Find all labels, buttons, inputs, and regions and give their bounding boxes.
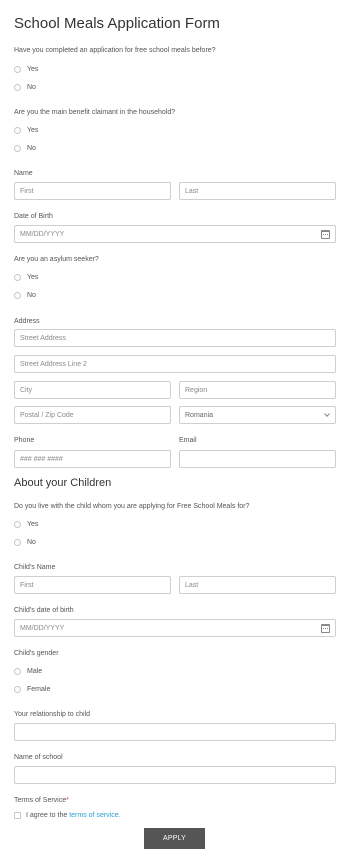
asylum-yes[interactable]: Yes [14,272,38,282]
dob-label: Date of Birth [14,213,53,220]
email-label: Email [179,437,197,444]
child-dob-input[interactable]: MM/DD/YYYY [14,619,336,637]
asylum-label: Are you an asylum seeker? [14,256,99,263]
radio-label: Yes [27,65,39,73]
relationship-input[interactable] [14,723,336,741]
phone-label: Phone [14,437,35,444]
radio-label: Yes [27,126,39,134]
radio-circle[interactable] [14,83,21,91]
terms-agree-row[interactable]: I agree to the terms of service. [14,810,121,820]
child-dob-label: Child's date of birth [14,607,74,614]
radio-circle[interactable] [14,538,21,546]
live-with-child-yes[interactable]: Yes [14,519,38,529]
radio-label: Male [27,667,43,675]
placeholder: Last [185,187,199,195]
school-label: Name of school [14,754,63,761]
placeholder: ### ### #### [20,455,63,463]
email-input[interactable] [179,450,336,468]
benefit-claimant-no[interactable]: No [14,143,36,153]
relationship-label: Your relationship to child [14,711,91,718]
terms-checkbox[interactable] [14,811,21,819]
form-title: School Meals Application Form [14,15,220,32]
prev-application-label: Have you completed an application for fr… [14,47,216,54]
placeholder: MM/DD/YYYY [20,624,65,632]
selected-value: Romania [185,411,214,419]
placeholder: Street Address Line 2 [20,360,87,368]
placeholder: First [20,187,34,195]
last-name-input[interactable]: Last [179,182,336,200]
name-label: Name [14,170,33,177]
agree-text: I agree to the [26,811,68,819]
benefit-claimant-yes[interactable]: Yes [14,125,38,135]
radio-circle[interactable] [14,685,21,693]
terms-link[interactable]: terms of service. [69,812,120,819]
placeholder: Street Address [20,334,66,342]
radio-label: No [27,291,36,299]
radio-circle[interactable] [14,65,21,73]
child-last-name-input[interactable]: Last [179,576,336,594]
first-name-input[interactable]: First [14,182,171,200]
child-gender-label: Child's gender [14,650,59,657]
children-section-title: About your Children [14,477,112,489]
city-input[interactable]: City [14,381,171,399]
radio-circle[interactable] [14,144,21,152]
dob-input[interactable]: MM/DD/YYYY [14,225,336,243]
prev-application-yes[interactable]: Yes [14,64,38,74]
placeholder: MM/DD/YYYY [20,230,65,238]
radio-label: Female [27,685,51,693]
asylum-no[interactable]: No [14,290,36,300]
terms-agree-text: I agree to the terms of service. [26,812,121,819]
street-address-2-input[interactable]: Street Address Line 2 [14,355,336,373]
benefit-claimant-label: Are you the main benefit claimant in the… [14,109,176,116]
terms-label: Terms of Service* [14,797,69,804]
radio-circle[interactable] [14,291,21,299]
postal-code-input[interactable]: Postal / Zip Code [14,406,171,424]
placeholder: Last [185,581,199,589]
calendar-icon[interactable] [321,624,330,633]
placeholder: Postal / Zip Code [20,411,74,419]
phone-input[interactable]: ### ### #### [14,450,171,468]
address-label: Address [14,318,40,325]
radio-circle[interactable] [14,667,21,675]
radio-circle[interactable] [14,126,21,134]
child-name-label: Child's Name [14,564,56,571]
child-first-name-input[interactable]: First [14,576,171,594]
prev-application-no[interactable]: No [14,82,36,92]
chevron-down-icon[interactable] [324,411,330,417]
live-with-child-no[interactable]: No [14,537,36,547]
country-select[interactable]: Romania [179,406,336,424]
placeholder: City [20,386,33,394]
school-input[interactable] [14,766,336,784]
radio-label: No [27,144,36,152]
child-gender-male[interactable]: Male [14,666,42,676]
live-with-child-label: Do you live with the child whom you are … [14,503,250,510]
region-input[interactable]: Region [179,381,336,399]
radio-label: Yes [27,273,39,281]
calendar-icon[interactable] [321,230,330,239]
radio-label: No [27,83,36,91]
radio-circle[interactable] [14,520,21,528]
apply-button[interactable]: APPLY [144,828,205,849]
radio-circle[interactable] [14,273,21,281]
child-gender-female[interactable]: Female [14,684,50,694]
placeholder: Region [185,386,208,394]
street-address-input[interactable]: Street Address [14,329,336,347]
terms-label-text: Terms of Service [14,797,67,804]
radio-label: No [27,538,36,546]
radio-label: Yes [27,520,39,528]
required-marker: * [66,797,69,804]
placeholder: First [20,581,34,589]
